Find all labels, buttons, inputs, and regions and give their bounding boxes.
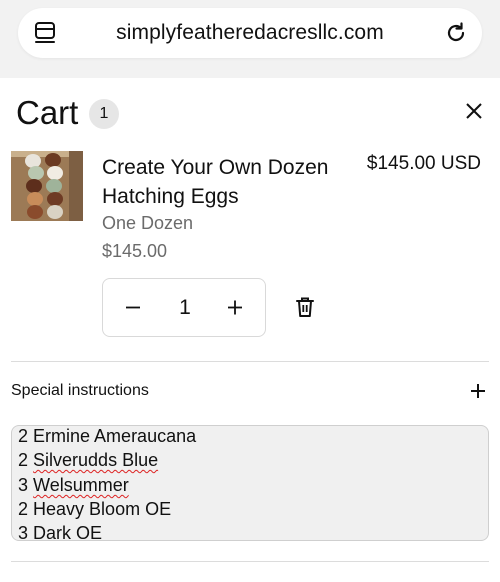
reload-icon[interactable] bbox=[444, 21, 468, 45]
plus-icon[interactable] bbox=[225, 279, 245, 336]
special-instructions-label[interactable]: Special instructions bbox=[11, 382, 149, 400]
notes-line: 2 Silverudds Blue bbox=[18, 450, 158, 471]
notes-line-name: Welsummer bbox=[33, 475, 129, 495]
eggs-carton-image bbox=[11, 151, 83, 221]
tabs-icon[interactable] bbox=[34, 21, 56, 45]
notes-line: 2 Heavy Bloom OE bbox=[18, 499, 171, 520]
notes-line-name: Ermine Ameraucana bbox=[33, 426, 197, 446]
notes-line-qty: 2 bbox=[18, 426, 29, 446]
notes-line-qty: 3 bbox=[18, 523, 29, 541]
product-image[interactable] bbox=[11, 151, 83, 221]
notes-line-qty: 2 bbox=[18, 450, 29, 470]
cart-title: Cart bbox=[16, 94, 79, 131]
notes-line-name: Heavy Bloom OE bbox=[33, 499, 172, 519]
divider bbox=[11, 361, 489, 362]
url-text[interactable]: simplyfeatheredacresllc.com bbox=[78, 21, 422, 45]
notes-line: 2 Ermine Ameraucana bbox=[18, 426, 196, 447]
special-instructions-textarea[interactable]: 2 Ermine Ameraucana 2 Silverudds Blue 3 … bbox=[11, 425, 489, 541]
browser-toolbar: simplyfeatheredacresllc.com bbox=[0, 0, 500, 78]
product-unit-price: $145.00 bbox=[102, 241, 168, 261]
line-item-total: $145.00 USD bbox=[366, 153, 481, 174]
plus-icon[interactable] bbox=[469, 382, 487, 400]
notes-line: 3 Welsummer bbox=[18, 475, 129, 496]
quantity-stepper: 1 bbox=[102, 278, 266, 337]
trash-icon[interactable] bbox=[295, 296, 315, 318]
minus-icon[interactable] bbox=[123, 279, 143, 336]
product-variant: One Dozen bbox=[102, 213, 194, 233]
cart-count-badge: 1 bbox=[89, 99, 119, 129]
address-bar[interactable]: simplyfeatheredacresllc.com bbox=[18, 8, 482, 58]
notes-line-name: Dark OE bbox=[33, 523, 103, 541]
notes-line-qty: 3 bbox=[18, 475, 29, 495]
notes-line-name: Silverudds Blue bbox=[33, 450, 159, 470]
divider bbox=[11, 561, 489, 562]
notes-line: 3 Dark OE bbox=[18, 523, 103, 541]
product-title[interactable]: Create Your Own Dozen Hatching Eggs bbox=[102, 153, 352, 211]
notes-line-qty: 2 bbox=[18, 499, 29, 519]
quantity-input[interactable]: 1 bbox=[163, 296, 207, 320]
close-icon[interactable] bbox=[464, 101, 484, 121]
